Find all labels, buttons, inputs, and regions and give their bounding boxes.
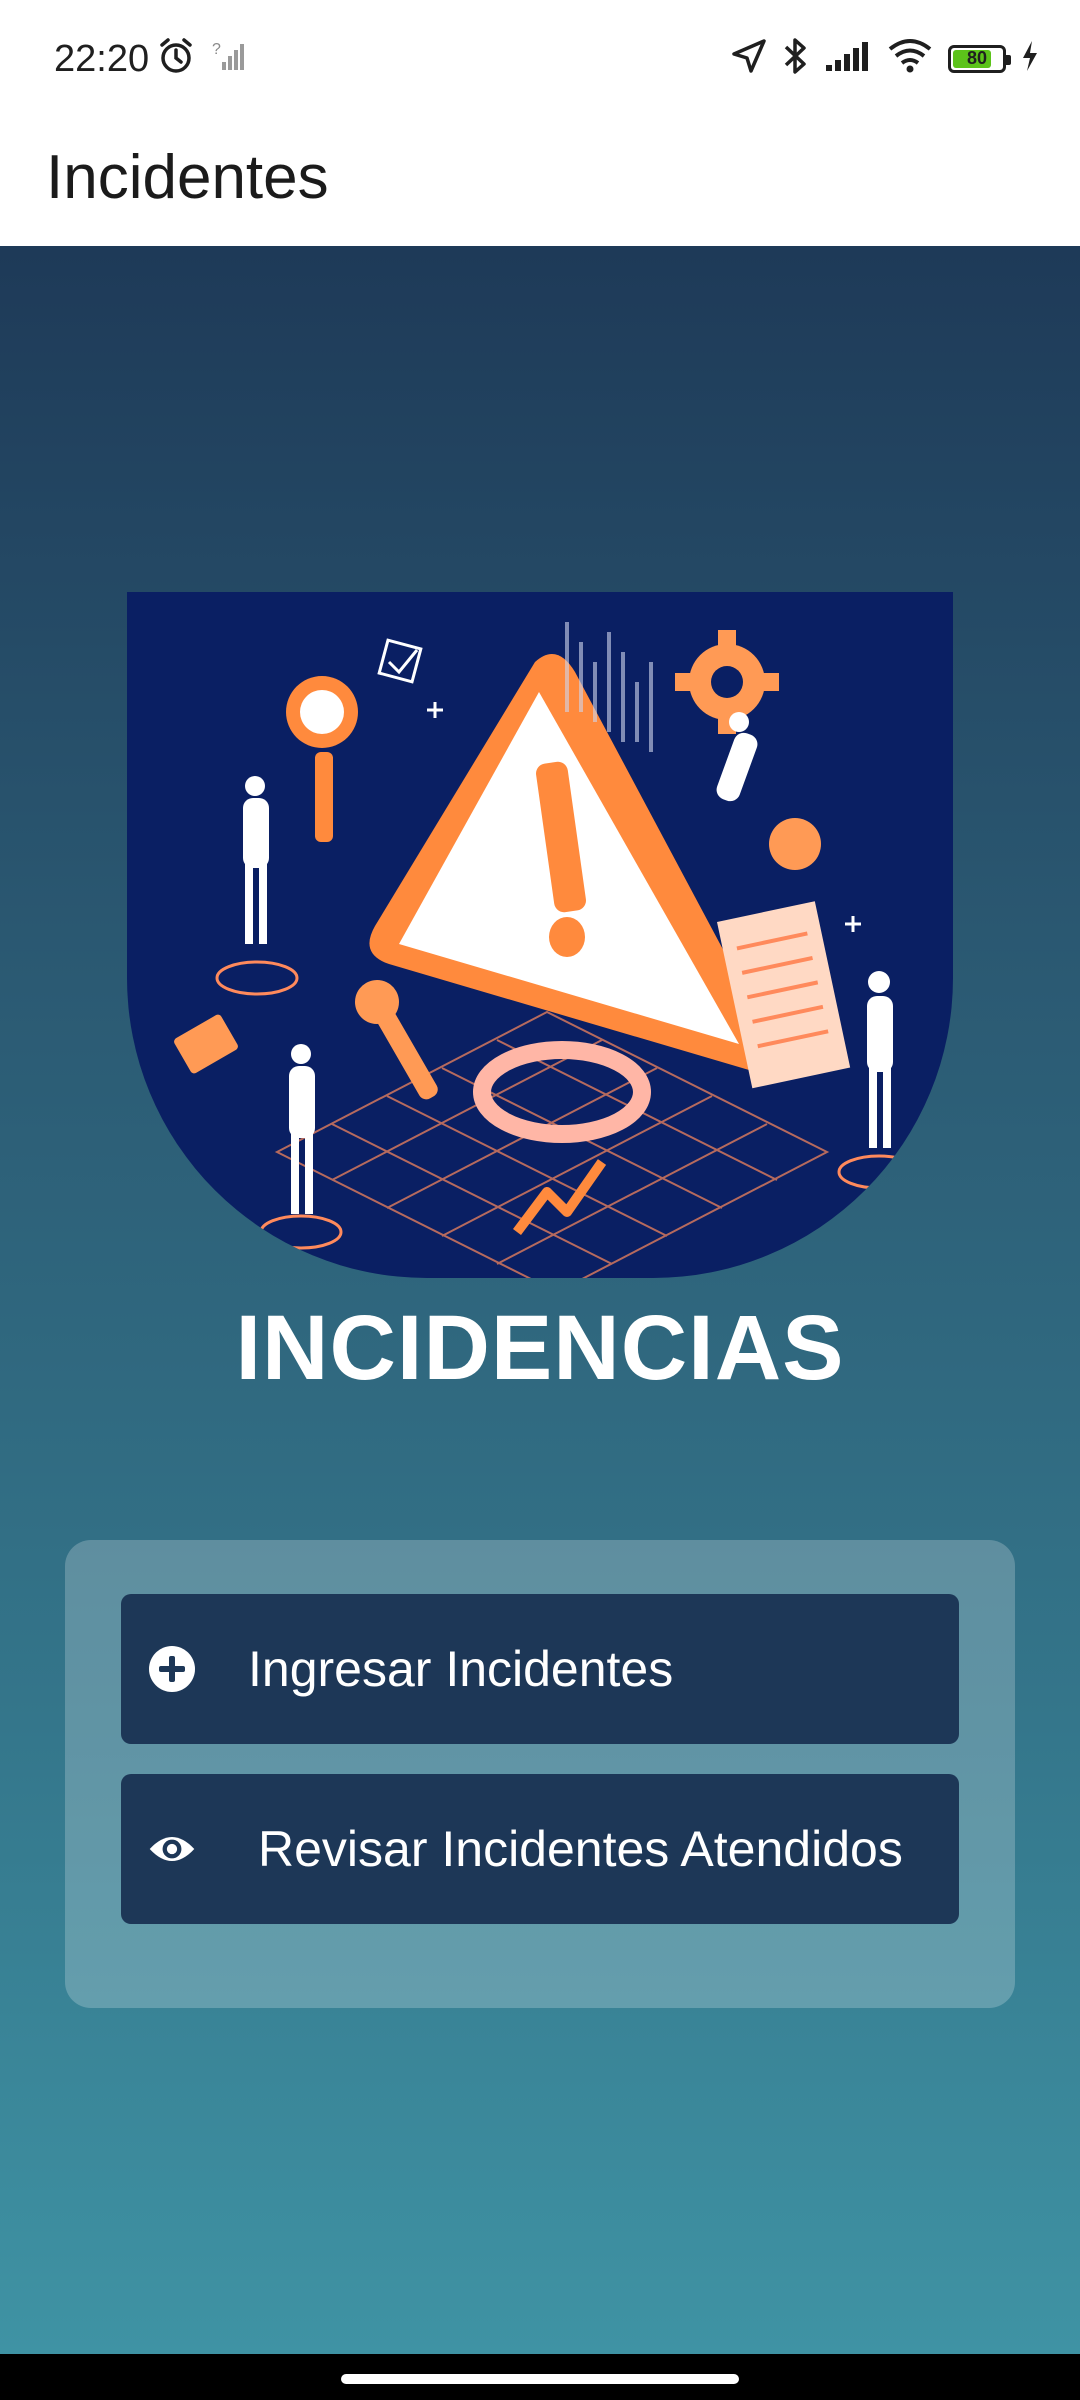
svg-text:?: ? — [212, 41, 221, 58]
actions-card: Ingresar Incidentes Revisar Incidentes A… — [65, 1540, 1015, 2008]
plus-circle-icon — [148, 1645, 196, 1693]
app-bar: Incidentes — [0, 120, 1080, 247]
no-signal-icon: ? — [212, 36, 246, 81]
battery-level: 80 — [966, 48, 988, 68]
revisar-incidentes-button[interactable]: Revisar Incidentes Atendidos — [121, 1774, 959, 1924]
alarm-icon — [156, 36, 196, 81]
status-left-icons: ? — [156, 36, 246, 81]
main-heading: INCIDENCIAS — [235, 1297, 845, 1399]
home-gesture-handle[interactable] — [341, 2374, 739, 2384]
battery-icon: 80 — [948, 44, 1011, 73]
status-right-icons: 80 — [730, 36, 1040, 81]
cellular-signal-icon — [824, 39, 872, 78]
incident-warning-illustration — [127, 592, 953, 1278]
revisar-incidentes-label: Revisar Incidentes Atendidos — [258, 1821, 903, 1877]
charging-icon — [1020, 39, 1040, 78]
location-icon — [730, 37, 768, 80]
main-content: INCIDENCIAS Ingresar Incidentes Revisar — [0, 246, 1080, 2354]
bluetooth-icon — [782, 36, 810, 81]
wifi-icon — [886, 37, 934, 80]
status-bar: 22:20 ? 80 — [0, 0, 1080, 120]
navigation-bar — [0, 2354, 1080, 2400]
status-time: 22:20 — [54, 38, 150, 80]
ingresar-incidentes-label: Ingresar Incidentes — [248, 1641, 674, 1697]
eye-icon — [148, 1825, 196, 1873]
ingresar-incidentes-button[interactable]: Ingresar Incidentes — [121, 1594, 959, 1744]
page-title: Incidentes — [46, 143, 329, 212]
